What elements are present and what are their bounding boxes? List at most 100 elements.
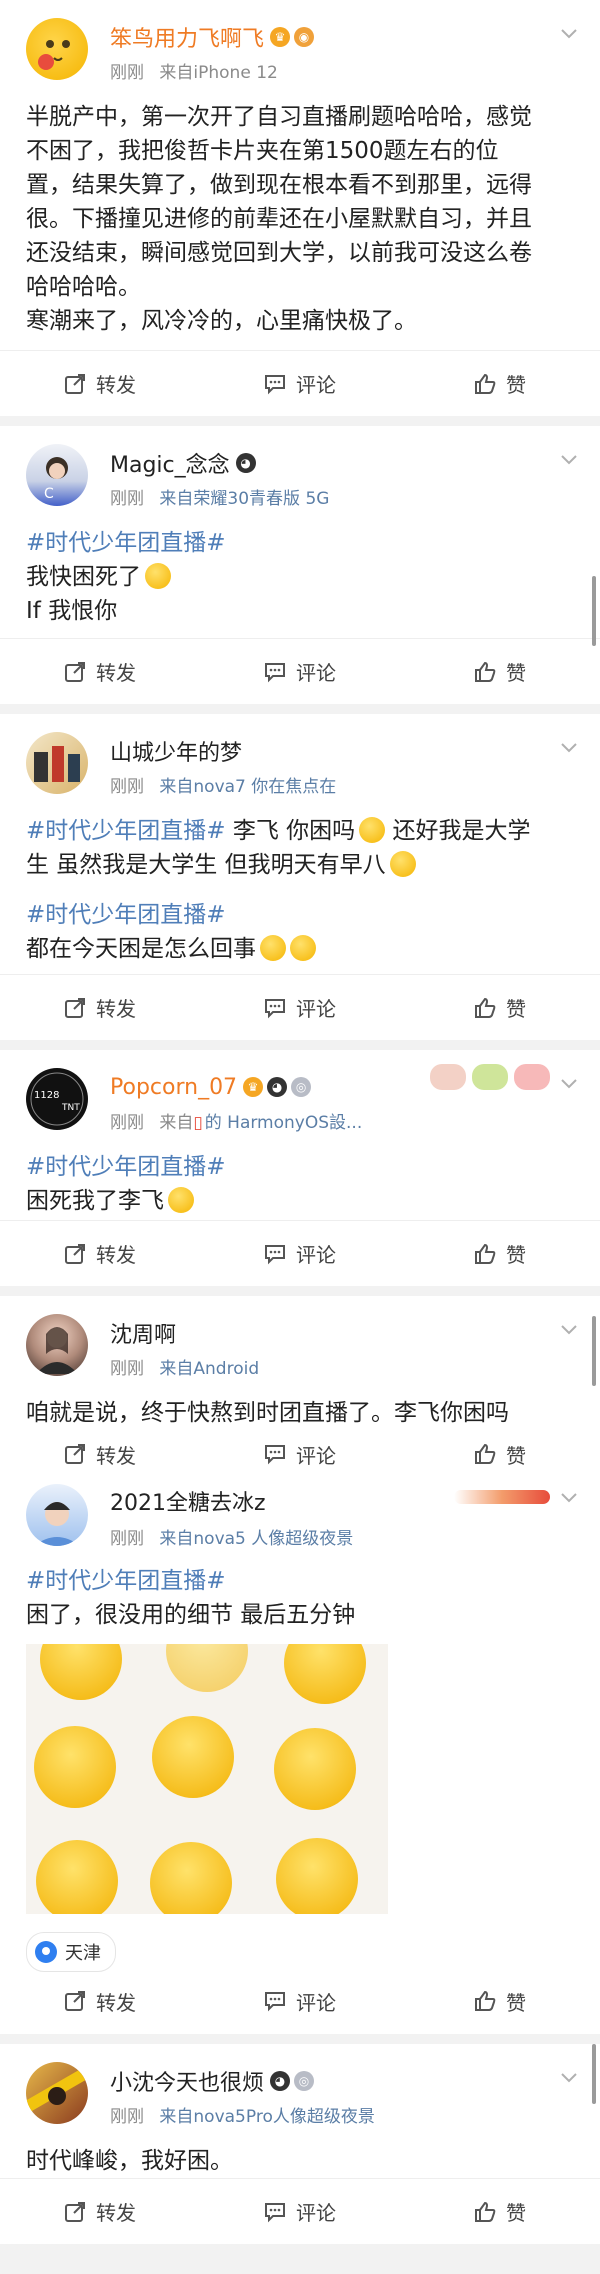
avatar[interactable]: 1128 TNT [26,1068,88,1130]
post-time: 刚刚 [110,777,144,797]
post-line: 生 虽然我是大学生 但我明天有早八 [26,852,386,878]
avatar[interactable] [26,18,88,80]
location-tag[interactable]: 天津 [26,1932,116,1972]
username[interactable]: 山城少年的梦 [110,735,242,767]
thumbs-up-icon [475,2201,496,2222]
post-line: 困了，很没用的细节 最后五分钟 [26,1602,356,1628]
post-card[interactable]: 1128 TNT Popcorn_07 ♛ ◕ ◎ 刚刚 来自▯ 的 Harmony… [0,1050,600,1286]
comment-button[interactable]: 评论 [200,657,400,686]
repost-icon [65,997,85,1018]
post-card[interactable]: C Magic_念念 ◕ 刚刚 来自荣耀30青春版 5G #时代少年团直播# 我… [0,426,600,704]
post-card[interactable]: 小沈今天也很烦 ◕ ◎ 刚刚 来自nova5Pro人像超级夜景 时代峰峻，我好困… [0,2044,600,2244]
repost-label: 转发 [96,1443,136,1468]
comment-button[interactable]: 评论 [200,1440,400,1469]
post-card[interactable]: 山城少年的梦 刚刚 来自nova7 你在焦点在 #时代少年团直播# 李飞 你困吗… [0,714,600,1040]
chevron-down-icon[interactable] [560,2068,578,2086]
post-source[interactable]: 来自Android [159,1359,259,1379]
post-line: 咱就是说，终于快熬到时团直播了。李飞你困吗 [26,1400,509,1426]
chevron-down-icon[interactable] [560,1488,578,1506]
like-button[interactable]: 赞 [400,657,600,686]
comment-button[interactable]: 评论 [200,1239,400,1268]
like-button[interactable]: 赞 [400,2197,600,2226]
post-time: 刚刚 [110,63,144,83]
hashtag-link[interactable]: #时代少年团直播# [26,902,226,928]
post-text: #时代少年团直播# 李飞 你困吗 还好我是大学 生 虽然我是大学生 但我明天有早… [0,714,600,966]
scrollbar[interactable] [592,1316,596,1386]
post-source[interactable]: 来自nova5 人像超级夜景 [159,1529,353,1549]
chevron-down-icon[interactable] [560,1074,578,1092]
repost-icon [65,1444,85,1464]
repost-button[interactable]: 转发 [0,1440,200,1469]
avatar[interactable] [26,1484,88,1546]
comment-icon [265,1992,285,2012]
post-line: 寒潮来了，风冷冷的，心里痛快极了。 [26,308,417,334]
post-line: 都在今天困是怎么回事 [26,936,256,962]
thumbs-up-icon [475,661,496,682]
avatar[interactable]: C [26,444,88,506]
repost-button[interactable]: 转发 [0,369,200,398]
hashtag-link[interactable]: #时代少年团直播# [26,1568,226,1594]
avatar[interactable] [26,732,88,794]
post-card[interactable]: 沈周啊 刚刚 来自Android 咱就是说，终于快熬到时团直播了。李飞你困吗 转… [0,1296,600,1480]
comment-button[interactable]: 评论 [200,2197,400,2226]
username[interactable]: 2021全糖去冰z [110,1485,266,1517]
chevron-down-icon[interactable] [560,450,578,468]
scrollbar[interactable] [592,576,596,646]
sticker-icon [514,1064,550,1090]
post-source[interactable]: 的 HarmonyOS設... [205,1113,362,1133]
chevron-down-icon[interactable] [560,738,578,756]
username[interactable]: 笨鸟用力飞啊飞 [110,21,264,53]
hashtag-link[interactable]: #时代少年团直播# [26,1154,226,1180]
post-source[interactable]: 来自nova7 你在焦点在 [159,777,336,797]
repost-button[interactable]: 转发 [0,993,200,1022]
hashtag-link[interactable]: #时代少年团直播# [26,530,226,556]
repost-button[interactable]: 转发 [0,657,200,686]
panda-badge-icon: ◕ [235,453,256,473]
post-meta: 刚刚 来自nova7 你在焦点在 [110,772,336,797]
post-meta: 刚刚 来自荣耀30青春版 5G [110,484,329,509]
like-button[interactable]: 赞 [400,1440,600,1469]
repost-button[interactable]: 转发 [0,1239,200,1268]
post-card[interactable]: 2021全糖去冰z 刚刚 来自nova5 人像超级夜景 #时代少年团直播# 困了… [0,1480,600,2034]
action-bar: 转发 评论 赞 [0,1428,600,1480]
username[interactable]: Magic_念念 [110,447,230,479]
action-bar: 转发 评论 赞 [0,974,600,1040]
like-label: 赞 [506,661,526,685]
like-button[interactable]: 赞 [400,993,600,1022]
username[interactable]: 沈周啊 [110,1317,176,1349]
sticker-icon [472,1064,508,1090]
username[interactable]: 小沈今天也很烦 [110,2065,264,2097]
repost-icon [65,373,85,394]
post-card[interactable]: 笨鸟用力飞啊飞 ♛ ◉ 刚刚 来自iPhone 12 半脱产中，第一次开了自习直… [0,0,600,416]
chevron-down-icon[interactable] [560,24,578,42]
like-button[interactable]: 赞 [400,369,600,398]
comment-button[interactable]: 评论 [200,369,400,398]
smile-emoji-icon [389,851,416,877]
username[interactable]: Popcorn_07 [110,1075,237,1100]
avatar[interactable] [26,2062,88,2124]
like-label: 赞 [506,997,526,1021]
like-label: 赞 [506,2201,526,2225]
comment-button[interactable]: 评论 [200,1987,400,2016]
repost-label: 转发 [96,2201,136,2225]
action-bar: 转发 评论 赞 [0,638,600,704]
post-time: 刚刚 [110,1359,144,1379]
post-source[interactable]: 来自荣耀30青春版 5G [159,489,329,509]
post-line: 半脱产中，第一次开了自习直播刷题哈哈哈，感觉 [26,104,532,130]
like-button[interactable]: 赞 [400,1239,600,1268]
comment-button[interactable]: 评论 [200,993,400,1022]
weibo-feed: 笨鸟用力飞啊飞 ♛ ◉ 刚刚 来自iPhone 12 半脱产中，第一次开了自习直… [0,0,600,2244]
repost-label: 转发 [96,997,136,1021]
post-meta: 刚刚 来自▯ 的 HarmonyOS設... [110,1108,362,1133]
avatar[interactable] [26,1314,88,1376]
post-source[interactable]: 来自nova5Pro人像超级夜景 [159,2107,374,2127]
repost-icon [65,661,85,682]
repost-button[interactable]: 转发 [0,1987,200,2016]
hashtag-link[interactable]: #时代少年团直播# [26,818,226,844]
chevron-down-icon[interactable] [560,1320,578,1338]
scrollbar[interactable] [592,2044,596,2104]
sad-emoji-icon [166,1644,248,1692]
like-button[interactable]: 赞 [400,1987,600,2016]
repost-button[interactable]: 转发 [0,2197,200,2226]
post-image[interactable] [26,1644,388,1914]
